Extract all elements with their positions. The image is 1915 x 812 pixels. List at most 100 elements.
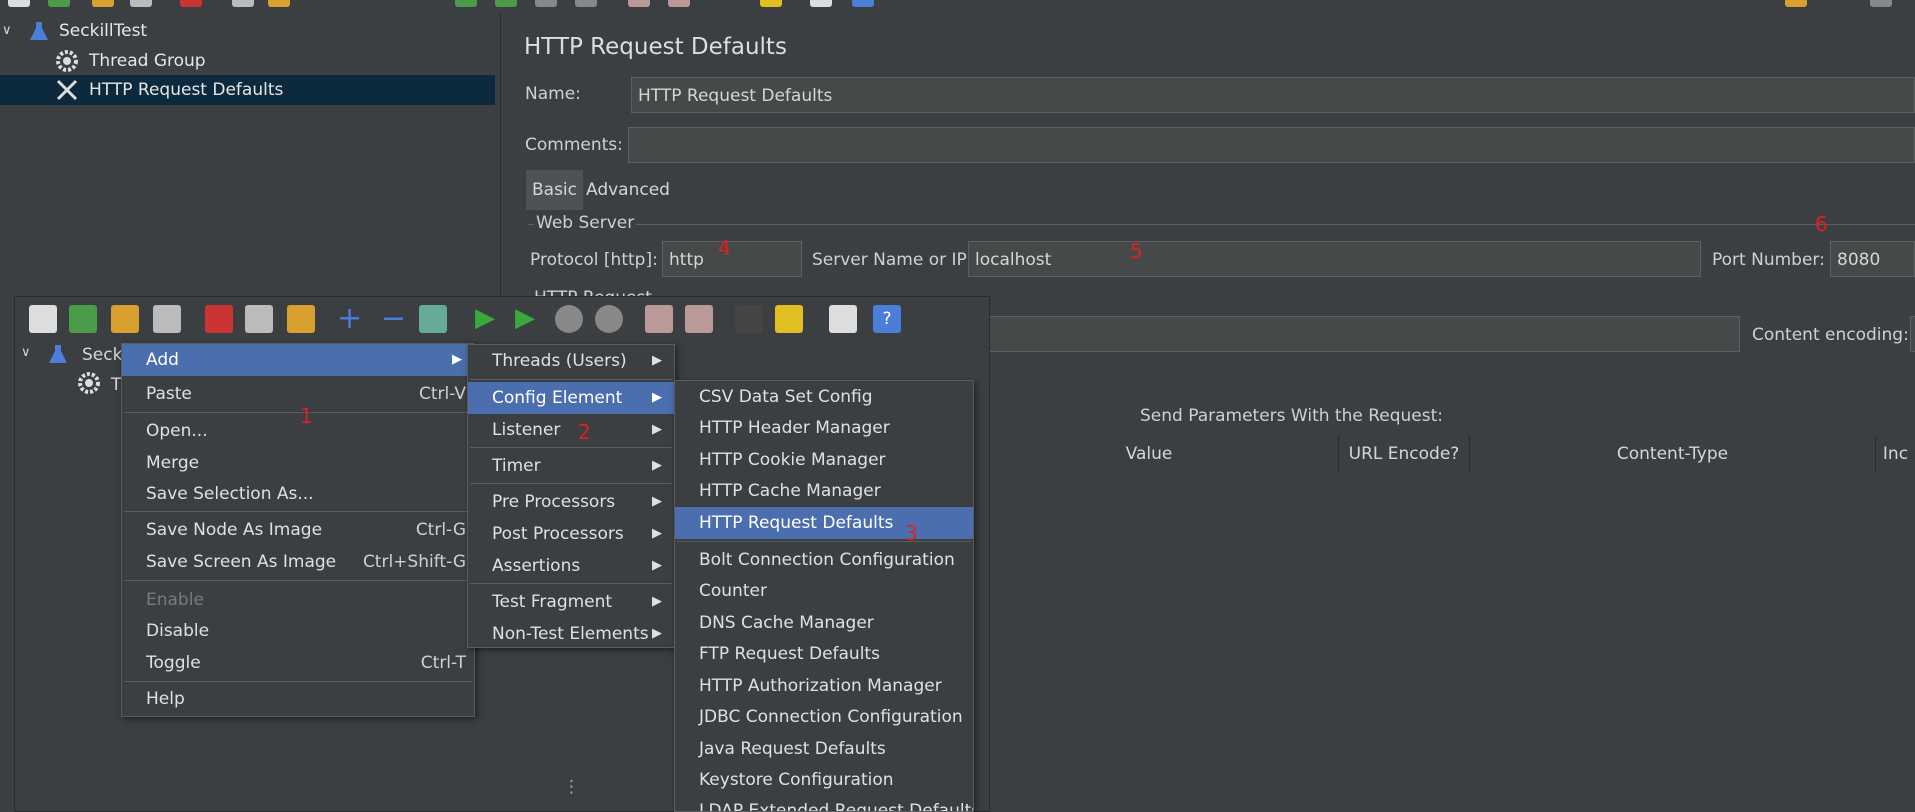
stop-icon[interactable] xyxy=(555,305,583,333)
collapse-icon[interactable]: − xyxy=(381,301,406,336)
menu-item-toggle[interactable]: Toggle Ctrl-T xyxy=(122,647,474,679)
menu-item-java-request-defaults[interactable]: Java Request Defaults xyxy=(675,733,973,765)
menu-item-help[interactable]: Help xyxy=(122,683,474,715)
new-icon[interactable] xyxy=(8,0,30,7)
menu-item-save-selection[interactable]: Save Selection As... xyxy=(122,478,474,510)
clear-icon[interactable] xyxy=(645,305,673,333)
help-icon[interactable] xyxy=(852,0,874,7)
menu-item-add[interactable]: Add ▶ xyxy=(122,344,474,376)
expand-icon[interactable]: + xyxy=(337,301,362,336)
column-header-value[interactable]: Value xyxy=(960,436,1339,472)
menu-item-bolt-connection[interactable]: Bolt Connection Configuration xyxy=(675,544,973,576)
menu-item-ftp-request-defaults[interactable]: FTP Request Defaults xyxy=(675,638,973,670)
menu-item-save-node-image[interactable]: Save Node As Image Ctrl-G xyxy=(122,514,474,546)
warning-icon[interactable] xyxy=(1785,0,1807,7)
column-header-include[interactable]: Inc xyxy=(1876,436,1915,472)
start-no-pause-icon[interactable]: ▶ xyxy=(515,303,535,333)
tab-advanced[interactable]: Advanced xyxy=(580,170,676,210)
tree-item-thread-group[interactable]: Thread Group xyxy=(0,46,495,76)
menu-item-label: CSV Data Set Config xyxy=(699,387,873,407)
stop-icon[interactable] xyxy=(535,0,557,7)
chevron-down-icon[interactable]: ∨ xyxy=(2,16,12,46)
menu-item-label: Java Request Defaults xyxy=(699,739,886,759)
function-helper-icon[interactable] xyxy=(829,305,857,333)
menu-item-pre-processors[interactable]: Pre Processors ▶ xyxy=(468,486,674,518)
templates-icon[interactable] xyxy=(69,305,97,333)
menu-item-threads[interactable]: Threads (Users) ▶ xyxy=(468,345,674,377)
menu-item-config-element[interactable]: Config Element ▶ xyxy=(468,382,674,414)
cut-icon[interactable] xyxy=(180,0,202,7)
start-no-pause-icon[interactable] xyxy=(495,0,517,7)
menu-item-non-test-elements[interactable]: Non-Test Elements ▶ xyxy=(468,618,674,650)
path-field[interactable] xyxy=(960,316,1740,352)
menu-item-dns-cache-manager[interactable]: DNS Cache Manager xyxy=(675,607,973,639)
shutdown-icon[interactable] xyxy=(575,0,597,7)
reset-search-icon[interactable] xyxy=(775,305,803,333)
save-icon[interactable] xyxy=(130,0,152,7)
start-icon[interactable] xyxy=(455,0,477,7)
add-submenu: Threads (Users) ▶ Config Element ▶ Listene… xyxy=(467,344,675,648)
cut-icon[interactable] xyxy=(205,305,233,333)
menu-item-authorization-manager[interactable]: HTTP Authorization Manager xyxy=(675,670,973,702)
menu-item-open[interactable]: Open... xyxy=(122,415,474,447)
copy-icon[interactable] xyxy=(245,305,273,333)
function-helper-icon[interactable] xyxy=(810,0,832,7)
start-icon[interactable]: ▶ xyxy=(475,303,495,333)
flask-icon xyxy=(30,22,48,40)
menu-item-cookie-manager[interactable]: HTTP Cookie Manager xyxy=(675,444,973,476)
save-icon[interactable] xyxy=(153,305,181,333)
menu-item-label: HTTP Authorization Manager xyxy=(699,676,942,696)
open-icon[interactable] xyxy=(111,305,139,333)
server-label: Server Name or IP: xyxy=(812,250,973,270)
column-header-content-type[interactable]: Content-Type xyxy=(1470,436,1876,472)
open-icon[interactable] xyxy=(92,0,114,7)
new-icon[interactable] xyxy=(29,305,57,333)
tab-basic[interactable]: Basic xyxy=(526,170,584,210)
column-header-url-encode[interactable]: URL Encode? xyxy=(1339,436,1470,472)
clear-all-icon[interactable] xyxy=(685,305,713,333)
paste-icon[interactable] xyxy=(268,0,290,7)
menu-item-header-manager[interactable]: HTTP Header Manager xyxy=(675,412,973,444)
menu-item-cache-manager[interactable]: HTTP Cache Manager xyxy=(675,475,973,507)
content-encoding-field[interactable] xyxy=(1910,316,1915,352)
drag-handle-icon[interactable]: ⋮ xyxy=(563,777,580,797)
web-server-label: Web Server xyxy=(534,213,637,233)
clear-icon[interactable] xyxy=(628,0,650,7)
comments-field[interactable] xyxy=(628,127,1915,163)
search-icon[interactable] xyxy=(735,305,763,333)
menu-item-http-request-defaults[interactable]: HTTP Request Defaults xyxy=(675,507,973,539)
menu-item-label: Disable xyxy=(146,621,210,641)
shutdown-icon[interactable] xyxy=(595,305,623,333)
server-field[interactable]: localhost xyxy=(968,241,1701,277)
templates-icon[interactable] xyxy=(48,0,70,7)
menu-item-save-screen-image[interactable]: Save Screen As Image Ctrl+Shift-G xyxy=(122,546,474,578)
copy-icon[interactable] xyxy=(232,0,254,7)
paste-icon[interactable] xyxy=(287,305,315,333)
tree-item-http-request-defaults[interactable]: HTTP Request Defaults xyxy=(0,75,495,105)
menu-item-paste[interactable]: Paste Ctrl-V xyxy=(122,378,474,410)
name-field[interactable]: HTTP Request Defaults xyxy=(631,77,1915,113)
menu-item-keystore-configuration[interactable]: Keystore Configuration xyxy=(675,764,973,796)
menu-item-counter[interactable]: Counter xyxy=(675,575,973,607)
protocol-field[interactable]: http xyxy=(662,241,802,277)
menu-item-disable[interactable]: Disable xyxy=(122,615,474,647)
menu-item-merge[interactable]: Merge xyxy=(122,447,474,479)
menu-item-ldap-extended-defaults[interactable]: LDAP Extended Request Defaults xyxy=(675,795,973,811)
menu-item-jdbc-connection[interactable]: JDBC Connection Configuration xyxy=(675,701,973,733)
help-icon[interactable]: ? xyxy=(873,305,901,333)
menu-item-csv-data-set[interactable]: CSV Data Set Config xyxy=(675,381,973,413)
menu-item-timer[interactable]: Timer ▶ xyxy=(468,450,674,482)
tree-node-root[interactable]: ∨ SeckillTest xyxy=(0,16,495,46)
reset-search-icon[interactable] xyxy=(760,0,782,7)
menu-item-assertions[interactable]: Assertions ▶ xyxy=(468,550,674,582)
clear-all-icon[interactable] xyxy=(668,0,690,7)
toggle-icon[interactable] xyxy=(419,305,447,333)
menu-item-listener[interactable]: Listener ▶ xyxy=(468,414,674,446)
menu-item-test-fragment[interactable]: Test Fragment ▶ xyxy=(468,586,674,618)
menu-item-label: Config Element xyxy=(492,388,623,408)
chevron-down-icon[interactable]: ∨ xyxy=(21,345,31,360)
menu-item-post-processors[interactable]: Post Processors ▶ xyxy=(468,518,674,550)
menu-item-label: HTTP Cache Manager xyxy=(699,481,881,501)
port-field[interactable]: 8080 xyxy=(1830,241,1915,277)
tree-root-label: SeckillTest xyxy=(59,21,148,41)
